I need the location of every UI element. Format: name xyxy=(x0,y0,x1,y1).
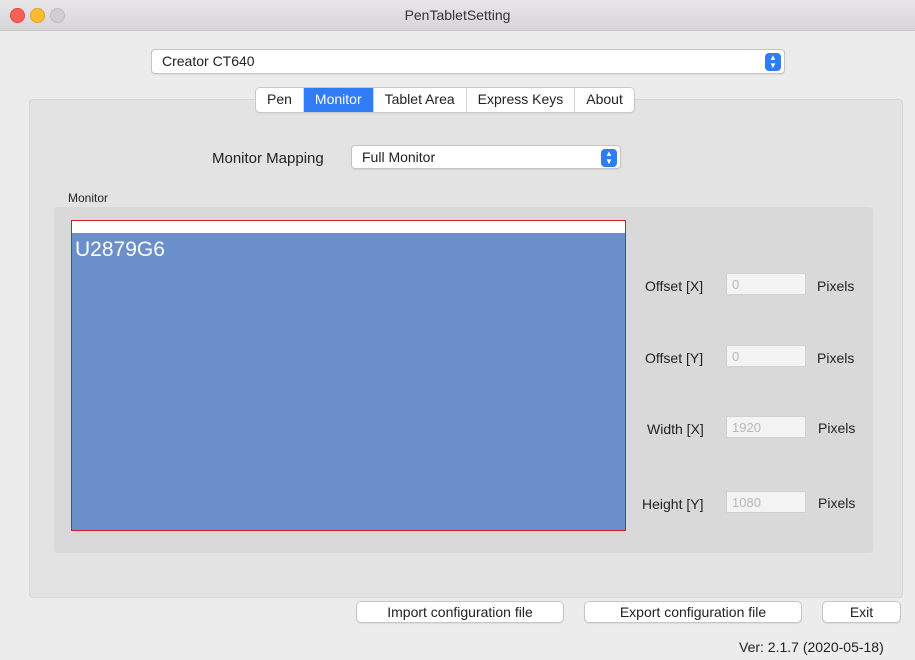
monitor-mapping-label: Monitor Mapping xyxy=(212,150,324,167)
height-y-unit: Pixels xyxy=(818,495,856,511)
device-select-value: Creator CT640 xyxy=(162,53,255,69)
tab-tablet-area[interactable]: Tablet Area xyxy=(374,88,467,112)
offset-y-field[interactable]: 0 xyxy=(726,345,806,367)
window-title: PenTabletSetting xyxy=(404,7,511,23)
offset-x-field[interactable]: 0 xyxy=(726,273,806,295)
height-y-field[interactable]: 1080 xyxy=(726,491,806,513)
width-x-unit: Pixels xyxy=(818,420,856,436)
title-bar: PenTabletSetting xyxy=(0,0,915,31)
up-down-chevron-icon: ▲ ▼ xyxy=(601,149,617,167)
width-x-field[interactable]: 1920 xyxy=(726,416,806,438)
up-down-chevron-icon: ▲ ▼ xyxy=(765,53,781,71)
offset-x-unit: Pixels xyxy=(817,278,855,294)
width-x-label: Width [X] xyxy=(647,421,704,437)
offset-y-label: Offset [Y] xyxy=(645,350,704,366)
tab-about[interactable]: About xyxy=(575,88,634,112)
device-select[interactable]: Creator CT640 ▲ ▼ xyxy=(151,49,785,74)
tab-monitor[interactable]: Monitor xyxy=(303,88,374,112)
monitor-group-label: Monitor xyxy=(68,191,109,205)
height-y-label: Height [Y] xyxy=(642,496,704,512)
monitor-name: U2879G6 xyxy=(75,238,165,261)
export-config-button[interactable]: Export configuration file xyxy=(584,601,802,623)
offset-x-label: Offset [X] xyxy=(645,278,704,294)
monitor-area xyxy=(72,233,625,530)
offset-y-unit: Pixels xyxy=(817,350,855,366)
tab-pen[interactable]: Pen xyxy=(256,88,304,112)
version-text: Ver: 2.1.7 (2020-05-18) xyxy=(739,639,884,655)
monitor-preview[interactable]: U2879G6 xyxy=(71,220,626,531)
monitor-mapping-select[interactable]: Full Monitor ▲ ▼ xyxy=(351,145,621,169)
monitor-mapping-value: Full Monitor xyxy=(362,149,436,165)
tab-express-keys[interactable]: Express Keys xyxy=(467,88,576,112)
tab-bar: Pen Monitor Tablet Area Express Keys Abo… xyxy=(255,87,635,113)
import-config-button[interactable]: Import configuration file xyxy=(356,601,564,623)
exit-button[interactable]: Exit xyxy=(822,601,901,623)
